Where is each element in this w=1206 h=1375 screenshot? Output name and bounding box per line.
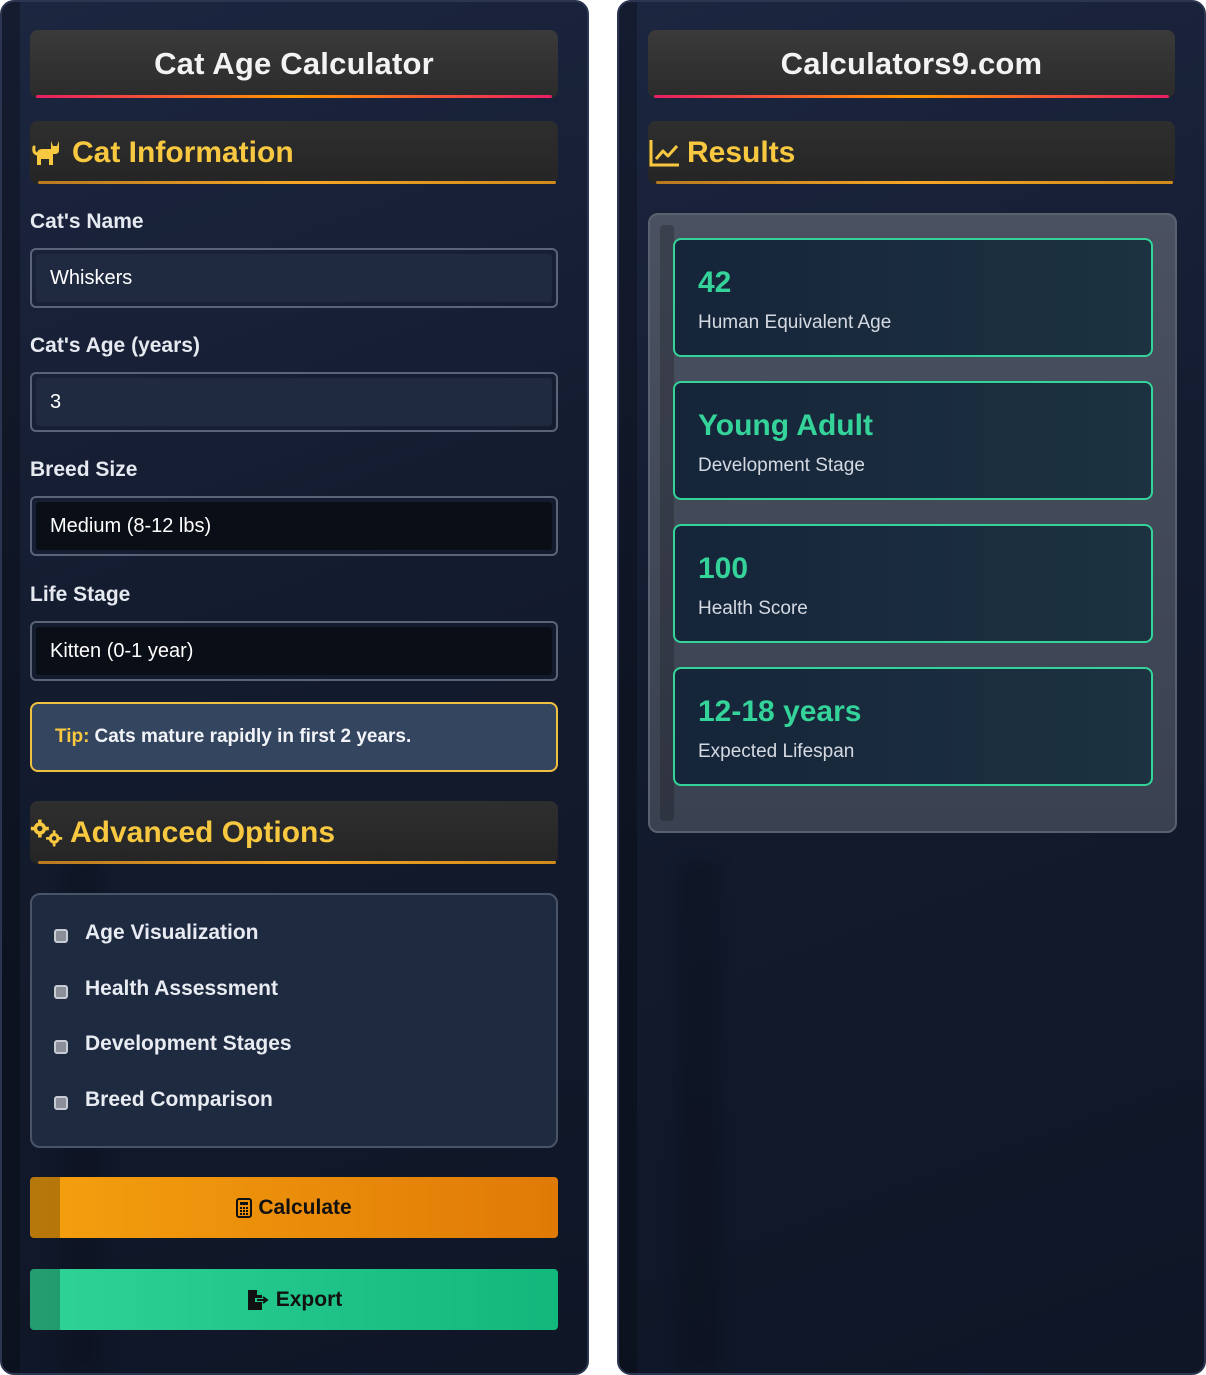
- option-label: Age Visualization: [85, 921, 259, 944]
- chart-line-icon: [648, 136, 682, 170]
- calculate-button[interactable]: Calculate: [30, 1177, 558, 1238]
- life-stage-select[interactable]: Kitten (0-1 year): [30, 621, 558, 681]
- cat-info-section-header: Cat Information: [30, 121, 558, 184]
- checkbox[interactable]: [54, 1096, 68, 1110]
- result-card-health-score: 100 Health Score: [673, 524, 1153, 643]
- option-label: Breed Comparison: [85, 1088, 273, 1111]
- result-card-human-age: 42 Human Equivalent Age: [673, 238, 1153, 357]
- life-stage-value: Kitten (0-1 year): [50, 639, 194, 662]
- calculator-title: Cat Age Calculator: [30, 30, 558, 98]
- result-value: 100: [698, 552, 749, 585]
- file-export-icon: [246, 1289, 270, 1311]
- results-heading: Results: [687, 135, 796, 169]
- export-label: Export: [275, 1287, 343, 1311]
- result-card-lifespan: 12-18 years Expected Lifespan: [673, 667, 1153, 786]
- option-label: Health Assessment: [85, 977, 278, 1000]
- cat-name-input[interactable]: Whiskers: [30, 248, 558, 308]
- cat-age-value: 3: [50, 390, 62, 413]
- export-button[interactable]: Export: [30, 1269, 558, 1330]
- cogs-icon: [30, 816, 64, 850]
- checkbox[interactable]: [54, 1040, 68, 1054]
- cat-icon: [30, 136, 64, 170]
- cat-info-heading: Cat Information: [72, 135, 294, 169]
- breed-size-value: Medium (8-12 lbs): [50, 514, 212, 537]
- checkbox[interactable]: [54, 985, 68, 999]
- result-value: 12-18 years: [698, 695, 862, 728]
- result-label: Human Equivalent Age: [698, 312, 892, 333]
- advanced-options-heading: Advanced Options: [70, 815, 336, 849]
- advanced-options-list: Age Visualization Health Assessment Deve…: [30, 893, 558, 1148]
- option-development-stages[interactable]: Development Stages: [54, 1032, 292, 1056]
- result-label: Health Score: [698, 598, 808, 619]
- tip-text: Cats mature rapidly in first 2 years.: [94, 726, 412, 747]
- result-card-development-stage: Young Adult Development Stage: [673, 381, 1153, 500]
- breed-size-label: Breed Size: [30, 458, 138, 481]
- option-age-visualization[interactable]: Age Visualization: [54, 921, 259, 945]
- advanced-options-section-header: Advanced Options: [30, 801, 558, 864]
- breed-size-select[interactable]: Medium (8-12 lbs): [30, 496, 558, 556]
- option-label: Development Stages: [85, 1032, 292, 1055]
- tip-key: Tip:: [55, 726, 90, 747]
- site-title: Calculators9.com: [648, 30, 1175, 98]
- cat-name-label: Cat's Name: [30, 210, 144, 233]
- result-label: Expected Lifespan: [698, 741, 855, 762]
- life-stage-label: Life Stage: [30, 583, 131, 606]
- checkbox[interactable]: [54, 929, 68, 943]
- option-health-assessment[interactable]: Health Assessment: [54, 977, 278, 1001]
- results-box: 42 Human Equivalent Age Young Adult Deve…: [648, 213, 1177, 833]
- tip-box: Tip: Cats mature rapidly in first 2 year…: [30, 702, 558, 772]
- results-section-header: Results: [648, 121, 1175, 184]
- calculate-label: Calculate: [258, 1195, 352, 1219]
- option-breed-comparison[interactable]: Breed Comparison: [54, 1088, 273, 1112]
- result-value: Young Adult: [698, 409, 873, 442]
- cat-name-value: Whiskers: [50, 266, 133, 289]
- result-label: Development Stage: [698, 455, 865, 476]
- calculator-panel: [0, 0, 589, 1375]
- result-value: 42: [698, 266, 732, 299]
- cat-age-label: Cat's Age (years): [30, 334, 200, 357]
- cat-age-input[interactable]: 3: [30, 372, 558, 432]
- calculator-icon: [236, 1197, 253, 1218]
